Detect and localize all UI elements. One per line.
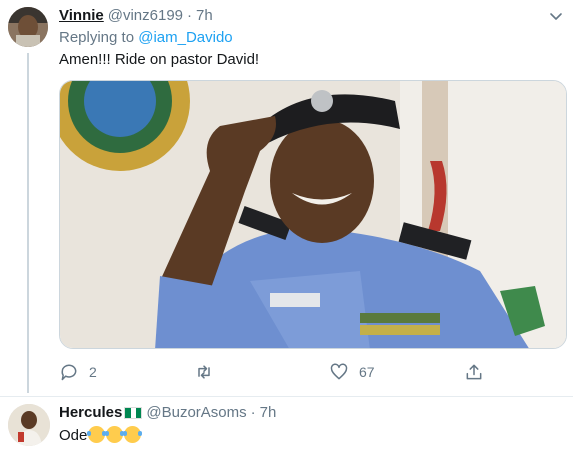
display-name[interactable]: Vinnie xyxy=(59,7,104,24)
reply-button[interactable]: 2 xyxy=(59,362,97,382)
laughing-crying-emoji-icon xyxy=(105,426,125,443)
tweet-text: Ode xyxy=(59,426,143,444)
tweet-photo[interactable] xyxy=(59,80,567,349)
replying-prefix: Replying to xyxy=(59,29,135,46)
mention-link[interactable]: @iam_Davido xyxy=(138,29,232,46)
timestamp[interactable]: 7h xyxy=(196,7,213,24)
separator: · xyxy=(250,404,256,421)
thread-line xyxy=(27,53,29,393)
user-handle[interactable]: @BuzorAsoms xyxy=(146,404,246,421)
tweet-header: Hercules @BuzorAsoms · 7h xyxy=(59,404,276,421)
share-button[interactable] xyxy=(464,362,484,382)
reply-icon xyxy=(61,364,77,381)
tweet-actions: 2 67 xyxy=(59,362,519,386)
tweet-text-content: Ode xyxy=(59,427,88,444)
avatar[interactable] xyxy=(8,404,50,446)
tweet-text: Amen!!! Ride on pastor David! xyxy=(59,51,260,68)
replying-to: Replying to @iam_Davido xyxy=(59,29,233,46)
display-name-text: Hercules xyxy=(59,404,123,421)
like-count: 67 xyxy=(359,364,375,380)
share-icon xyxy=(466,364,482,380)
user-handle[interactable]: @vinz6199 xyxy=(108,7,183,24)
display-name[interactable]: Hercules xyxy=(59,404,143,421)
like-icon xyxy=(330,363,348,380)
laughing-crying-emoji-icon xyxy=(123,426,143,443)
retweet-icon xyxy=(198,365,210,379)
nigeria-flag-icon xyxy=(124,406,143,419)
separator: · xyxy=(187,7,193,24)
tweet[interactable]: Vinnie @vinz6199 · 7h Replying to @iam_D… xyxy=(0,0,573,397)
like-button[interactable]: 67 xyxy=(329,362,375,382)
reply-count: 2 xyxy=(89,364,97,380)
timestamp[interactable]: 7h xyxy=(260,404,277,421)
laughing-crying-emoji-icon xyxy=(87,426,107,443)
retweet-button[interactable] xyxy=(194,362,214,382)
tweet-header: Vinnie @vinz6199 · 7h xyxy=(59,7,213,24)
chevron-down-icon[interactable] xyxy=(549,10,563,24)
avatar[interactable] xyxy=(8,7,48,47)
